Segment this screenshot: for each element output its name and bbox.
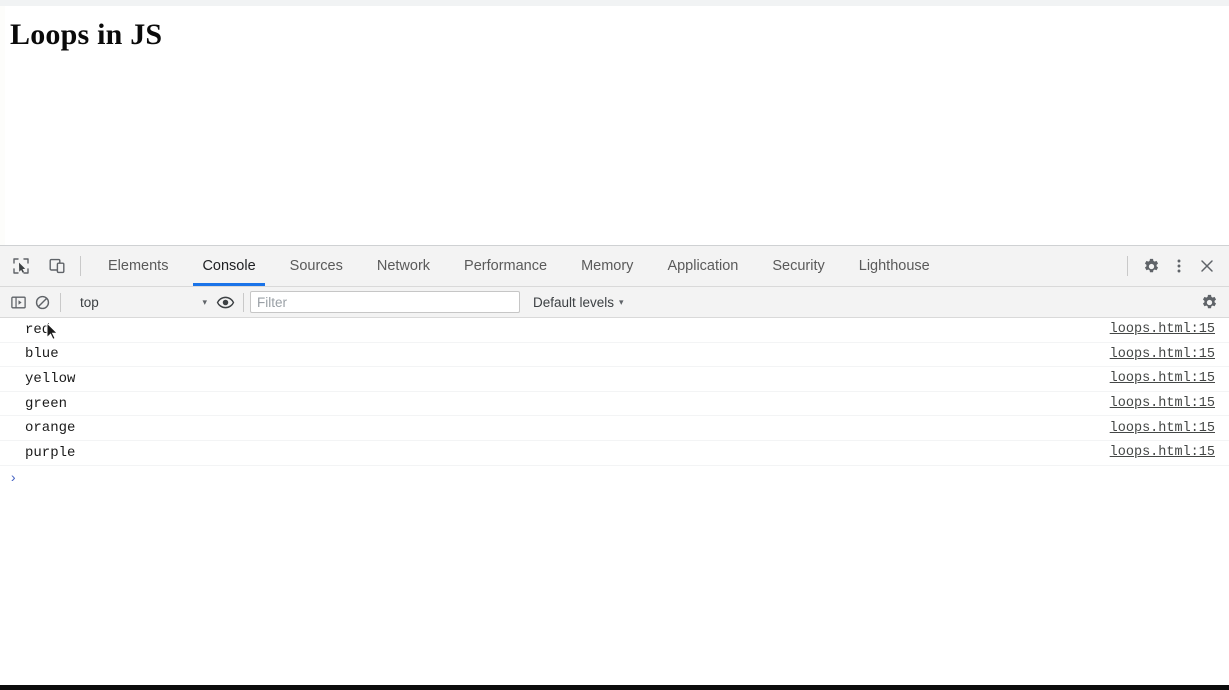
table-row[interactable]: orange loops.html:15 <box>0 416 1229 441</box>
prompt-chevron-icon: › <box>9 470 18 487</box>
console-levels-select[interactable]: Default levels ▾ <box>533 295 624 310</box>
console-prompt[interactable]: › <box>0 466 1229 492</box>
devtools-tabs: Elements Console Sources Network Perform… <box>91 246 1117 286</box>
tabstrip-right-divider <box>1127 256 1128 276</box>
table-row[interactable]: red loops.html:15 <box>0 318 1229 343</box>
clear-console-icon[interactable] <box>30 290 54 314</box>
console-levels-label: Default levels <box>533 294 615 310</box>
console-toolbar: top ▾ Default levels ▾ <box>0 287 1229 318</box>
window-bottom-edge <box>0 685 1229 690</box>
tab-network[interactable]: Network <box>360 246 447 286</box>
console-context-select[interactable]: top ▾ <box>71 291 213 313</box>
console-filter-input[interactable] <box>250 291 520 313</box>
tab-security[interactable]: Security <box>755 246 841 286</box>
console-message-source-link[interactable]: loops.html:15 <box>1110 371 1215 386</box>
console-toolbar-actions <box>1197 290 1229 314</box>
console-message-list[interactable]: red loops.html:15 blue loops.html:15 yel… <box>0 318 1229 684</box>
table-row[interactable]: yellow loops.html:15 <box>0 367 1229 392</box>
devtools-panel: Elements Console Sources Network Perform… <box>0 245 1229 686</box>
console-sidebar-icon[interactable] <box>6 290 30 314</box>
chevron-down-icon: ▾ <box>202 296 207 307</box>
console-message-source-link[interactable]: loops.html:15 <box>1110 421 1215 436</box>
console-message-text: blue <box>25 346 59 363</box>
settings-gear-icon[interactable] <box>1138 253 1164 279</box>
tabstrip-divider <box>80 256 81 276</box>
tab-elements[interactable]: Elements <box>91 246 185 286</box>
console-message-text: purple <box>25 444 76 461</box>
table-row[interactable]: green loops.html:15 <box>0 392 1229 417</box>
console-message-text: green <box>25 395 68 412</box>
tab-sources[interactable]: Sources <box>273 246 360 286</box>
page-title: Loops in JS <box>10 18 163 51</box>
device-toolbar-icon[interactable] <box>44 253 70 279</box>
console-message-text: orange <box>25 420 76 437</box>
console-message-source-link[interactable]: loops.html:15 <box>1110 445 1215 460</box>
tab-application[interactable]: Application <box>650 246 755 286</box>
chevron-down-icon: ▾ <box>619 296 624 307</box>
console-message-source-link[interactable]: loops.html:15 <box>1110 347 1215 362</box>
devtools-tabstrip: Elements Console Sources Network Perform… <box>0 246 1229 287</box>
console-context-label: top <box>80 294 99 310</box>
console-message-source-link[interactable]: loops.html:15 <box>1110 396 1215 411</box>
console-toolbar-divider-2 <box>243 292 244 312</box>
devtools-tool-icons <box>0 246 70 286</box>
console-prompt-input[interactable] <box>17 469 1229 489</box>
console-message-source-link[interactable]: loops.html:15 <box>1110 322 1215 337</box>
eye-icon[interactable] <box>213 290 237 314</box>
tab-performance[interactable]: Performance <box>447 246 564 286</box>
tab-memory[interactable]: Memory <box>564 246 650 286</box>
close-icon[interactable] <box>1194 253 1220 279</box>
console-toolbar-divider-1 <box>60 292 61 312</box>
console-message-text: yellow <box>25 370 76 387</box>
more-options-icon[interactable] <box>1166 253 1192 279</box>
console-settings-gear-icon[interactable] <box>1197 290 1221 314</box>
devtools-tabstrip-actions <box>1138 253 1229 279</box>
inspect-element-icon[interactable] <box>8 253 34 279</box>
table-row[interactable]: blue loops.html:15 <box>0 343 1229 368</box>
tab-console[interactable]: Console <box>185 246 272 286</box>
web-page-viewport: Loops in JS <box>0 6 1229 245</box>
console-message-text: red <box>25 321 51 338</box>
tab-lighthouse[interactable]: Lighthouse <box>842 246 947 286</box>
table-row[interactable]: purple loops.html:15 <box>0 441 1229 466</box>
